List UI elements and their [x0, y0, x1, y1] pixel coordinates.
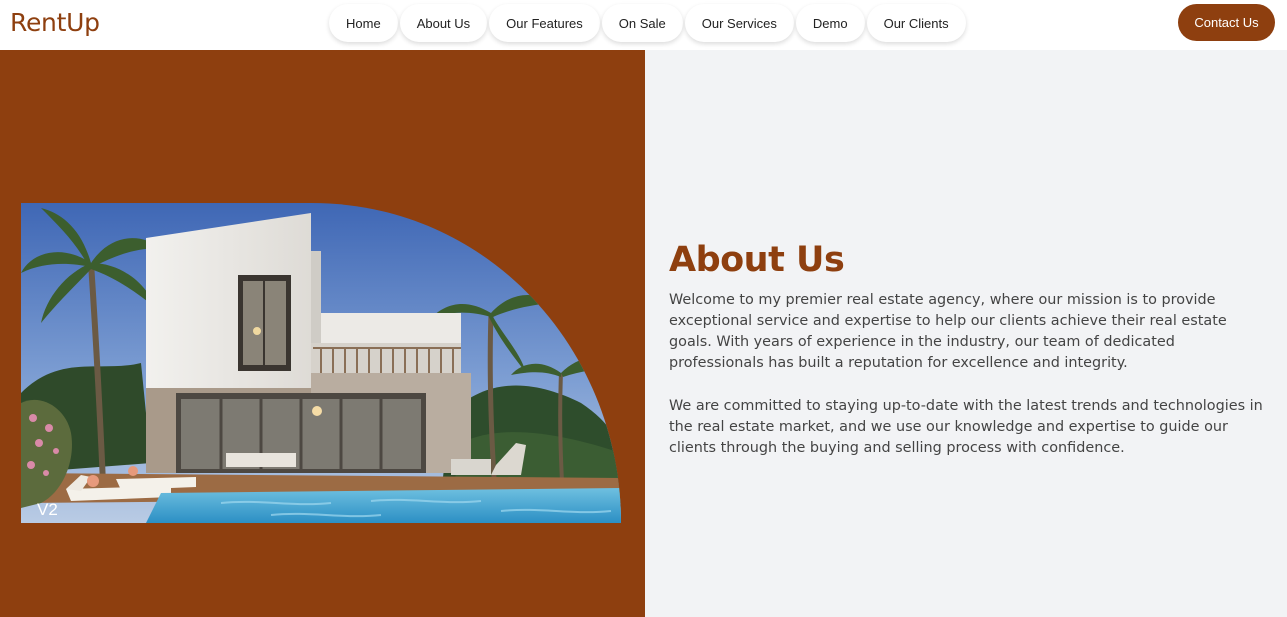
nav-link-our-features[interactable]: Our Features: [489, 4, 600, 42]
contact-us-button[interactable]: Contact Us: [1178, 4, 1275, 41]
main-nav: Home About Us Our Features On Sale Our S…: [329, 4, 966, 42]
site-logo[interactable]: RentUp: [10, 8, 100, 37]
nav-link-about-us[interactable]: About Us: [399, 4, 488, 42]
villa-image: V2: [21, 203, 621, 523]
nav-link-on-sale[interactable]: On Sale: [601, 4, 683, 42]
hero-image-panel: V2: [0, 50, 645, 617]
nav-link-home[interactable]: Home: [329, 4, 398, 42]
about-paragraph-2: We are committed to staying up-to-date w…: [669, 398, 1263, 456]
about-paragraph-1: Welcome to my premier real estate agency…: [669, 292, 1227, 371]
top-navbar: RentUp Home About Us Our Features On Sal…: [0, 0, 1287, 50]
nav-link-our-services[interactable]: Our Services: [684, 4, 794, 42]
nav-link-demo[interactable]: Demo: [795, 4, 865, 42]
nav-link-our-clients[interactable]: Our Clients: [866, 4, 966, 42]
about-title: About Us: [669, 240, 845, 280]
image-watermark: V2: [37, 500, 58, 519]
about-section: About Us Welcome to my premier real esta…: [645, 50, 1287, 617]
